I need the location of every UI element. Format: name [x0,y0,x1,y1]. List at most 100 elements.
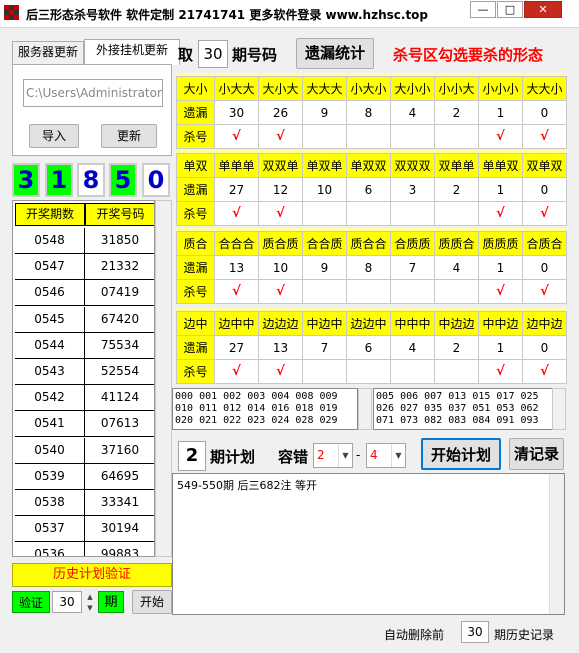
table-row[interactable]: 0542 41124 [15,385,154,412]
kill-checkbox[interactable]: √ [478,359,523,384]
pattern-name: 边边中 [346,311,391,336]
kill-checkbox[interactable] [390,359,435,384]
pattern-name: 小小小 [478,76,523,101]
kill-checkbox[interactable] [346,124,391,149]
history-number: 41124 [85,385,154,412]
kill-checkbox[interactable]: √ [214,359,259,384]
chevron-down-icon[interactable]: ▼ [338,444,352,467]
path-input[interactable]: C:\Users\Administrator\ [23,79,163,107]
table-row[interactable]: 0547 21332 [15,254,154,281]
history-number: 37160 [85,438,154,464]
plan-periods-input[interactable]: 2 [178,441,206,471]
update-button[interactable]: 更新 [101,124,157,148]
table-row[interactable]: 0541 07613 [15,411,154,438]
verify-count-input[interactable]: 30 [52,591,82,613]
miss-value: 0 [522,335,567,360]
table-row[interactable]: 0536 99883 [15,542,154,556]
table-row[interactable]: 0546 07419 [15,280,154,307]
kill-checkbox[interactable]: √ [522,279,567,304]
log-scrollbar[interactable] [549,474,564,614]
kill-checkbox[interactable] [434,124,479,149]
numbers-kept-scrollbar[interactable] [358,388,372,430]
clear-records-button[interactable]: 清记录 [509,438,564,470]
pattern-name: 质质合 [434,231,479,256]
kill-checkbox[interactable] [390,124,435,149]
kill-checkbox[interactable]: √ [258,124,303,149]
spin-down-icon[interactable]: ▼ [84,602,96,613]
kill-row: 杀号 √ √ √ √ [176,279,567,304]
table-row[interactable]: 0543 52554 [15,359,154,385]
kill-checkbox[interactable] [302,124,347,149]
numbers-killed-scrollbar[interactable] [552,388,566,430]
history-header: 开奖期数 开奖号码 [15,203,154,226]
app-logo-icon [4,5,20,21]
kill-checkbox[interactable] [302,201,347,226]
kill-checkbox[interactable] [302,279,347,304]
plan-periods-label: 期计划 [210,448,256,466]
kill-checkbox[interactable]: √ [214,124,259,149]
kill-checkbox[interactable] [434,359,479,384]
maximize-button[interactable]: □ [497,1,523,18]
table-row[interactable]: 0544 75534 [15,332,154,359]
table-row[interactable]: 0540 37160 [15,437,154,464]
chevron-down-icon[interactable]: ▼ [391,444,405,467]
kill-checkbox[interactable] [434,279,479,304]
history-period: 0538 [15,490,85,516]
table-row[interactable]: 0548 31850 [15,228,154,254]
pattern-header-row: 边中 边中中 边边边 中边中 边边中 中中中 中边边 中中边 边中边 [176,311,567,336]
numbers-kept-list[interactable]: 000 001 002 003 004 008 009 010 011 012 … [172,388,358,430]
pattern-name: 单单单 [214,153,259,178]
kill-checkbox[interactable] [390,279,435,304]
miss-value: 9 [302,100,347,125]
kill-checkbox[interactable]: √ [478,124,523,149]
miss-value: 9 [302,255,347,280]
kill-checkbox[interactable] [390,201,435,226]
table-row[interactable]: 0545 67420 [15,306,154,333]
kill-checkbox[interactable] [434,201,479,226]
kill-checkbox[interactable]: √ [522,124,567,149]
kill-checkbox[interactable] [346,201,391,226]
kill-checkbox[interactable]: √ [258,279,303,304]
kill-checkbox[interactable]: √ [258,359,303,384]
kill-checkbox[interactable]: √ [522,359,567,384]
tolerance-to-select[interactable]: 4 ▼ [366,443,406,468]
miss-value: 7 [302,335,347,360]
pattern-name: 质质质 [478,231,523,256]
kill-checkbox[interactable] [346,279,391,304]
period-count-input[interactable]: 30 [198,40,228,68]
table-row[interactable]: 0539 64695 [15,463,154,490]
kill-checkbox[interactable] [302,359,347,384]
kill-checkbox[interactable]: √ [522,201,567,226]
kill-checkbox[interactable] [346,359,391,384]
start-plan-button[interactable]: 开始计划 [421,438,501,470]
history-period: 0541 [15,411,85,438]
table-row[interactable]: 0538 33341 [15,490,154,516]
history-scrollbar[interactable] [155,200,172,557]
tab-external-update[interactable]: 外接挂机更新 [84,39,180,65]
history-verify-button[interactable]: 历史计划验证 [12,563,172,587]
kill-label: 杀号 [176,201,215,226]
kill-checkbox[interactable]: √ [258,201,303,226]
import-button[interactable]: 导入 [29,124,79,148]
plan-log[interactable]: 549-550期 后三682注 等开 [172,473,565,615]
history-period: 0542 [15,385,85,412]
kill-label: 杀号 [176,359,215,384]
close-button[interactable]: ✕ [524,1,562,18]
kill-checkbox[interactable]: √ [478,201,523,226]
kill-checkbox[interactable]: √ [214,279,259,304]
minimize-button[interactable]: — [470,1,496,18]
spin-up-icon[interactable]: ▲ [84,591,96,602]
numbers-killed-list[interactable]: 005 006 007 013 015 017 025 026 027 035 … [373,388,553,430]
table-row[interactable]: 0537 30194 [15,516,154,543]
verify-start-button[interactable]: 开始 [132,590,172,614]
omission-stats-button[interactable]: 遗漏统计 [296,38,374,69]
kill-checkbox[interactable]: √ [478,279,523,304]
tolerance-to-value: 4 [370,448,378,462]
kill-checkbox[interactable]: √ [214,201,259,226]
auto-delete-count-input[interactable]: 30 [461,621,489,643]
miss-value: 13 [214,255,259,280]
tab-server-update[interactable]: 服务器更新 [12,41,84,64]
auto-delete-prefix: 自动删除前 [384,628,445,642]
tolerance-from-select[interactable]: 2 ▼ [313,443,353,468]
pattern-name: 双单单 [434,153,479,178]
